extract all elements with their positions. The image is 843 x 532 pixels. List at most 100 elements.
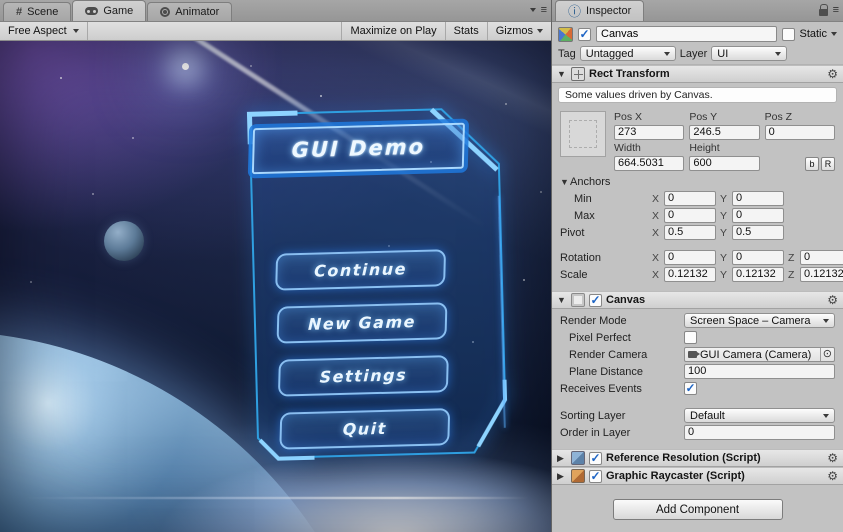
tab-scene[interactable]: # Scene: [3, 2, 72, 21]
pos-z-field[interactable]: 0: [764, 125, 835, 140]
scale-x-field[interactable]: 0.12132: [664, 267, 716, 282]
game-icon: [85, 7, 99, 15]
anchor-min-y-field[interactable]: 0: [732, 191, 784, 206]
static-checkbox[interactable]: [782, 27, 796, 41]
anchors-max-row: Max X 0 Y 0: [552, 207, 843, 224]
active-checkbox[interactable]: ✓: [578, 27, 591, 41]
anchor-preview[interactable]: [560, 111, 606, 157]
foldout-icon[interactable]: ▼: [557, 69, 567, 79]
rotation-row: Rotation X 0 Y 0 Z 0: [552, 249, 843, 266]
raw-edit-mode-button[interactable]: R: [821, 156, 835, 171]
sorting-layer-dropdown[interactable]: Default: [684, 408, 835, 423]
render-camera-row: Render Camera GUI Camera (Camera) ⊙: [552, 346, 843, 363]
rect-transform-header[interactable]: ▼ Rect Transform ⚙: [552, 65, 843, 83]
tabstrip-menu-icon[interactable]: ≡: [541, 4, 547, 16]
reference-resolution-header[interactable]: ▶ ✓ Reference Resolution (Script) ⚙: [552, 449, 843, 467]
receives-events-checkbox[interactable]: ✓: [684, 382, 697, 395]
anchor-max-y-field[interactable]: 0: [732, 208, 784, 223]
anchors-foldout-icon[interactable]: ▼: [560, 177, 570, 187]
gear-icon[interactable]: ⚙: [827, 470, 838, 482]
tag-dropdown[interactable]: Untagged: [579, 46, 676, 61]
static-toggle[interactable]: Static: [782, 27, 837, 41]
graphic-raycaster-checkbox[interactable]: ✓: [589, 469, 602, 483]
maximize-on-play-button[interactable]: Maximize on Play: [341, 22, 444, 40]
blank-label: [765, 142, 835, 154]
rotation-z-field[interactable]: 0: [800, 250, 843, 265]
axis-y-label: Y: [720, 226, 728, 239]
height-field[interactable]: 600: [689, 156, 760, 171]
pos-x-label: Pos X: [614, 111, 643, 123]
sorting-layer-row: Sorting Layer Default: [552, 407, 843, 424]
order-in-layer-row: Order in Layer 0: [552, 424, 843, 441]
graphic-raycaster-header[interactable]: ▶ ✓ Graphic Raycaster (Script) ⚙: [552, 467, 843, 485]
anchors-label: Anchors: [570, 175, 611, 188]
scale-y-field[interactable]: 0.12132: [732, 267, 784, 282]
tab-game[interactable]: Game: [72, 0, 147, 21]
gear-icon[interactable]: ⚙: [827, 68, 838, 80]
scale-z-field[interactable]: 0.12132: [800, 267, 843, 282]
aspect-dropdown-arrow-icon: [72, 29, 79, 33]
anchors-min-row: Min X 0 Y 0: [552, 190, 843, 207]
lock-icon[interactable]: [818, 4, 828, 16]
pixel-perfect-checkbox[interactable]: [684, 331, 697, 344]
stats-button[interactable]: Stats: [444, 22, 487, 40]
tag-label: Tag: [558, 47, 576, 60]
pos-z-label: Pos Z: [764, 111, 793, 123]
tag-dropdown-arrow-icon: [663, 51, 670, 56]
reference-resolution-title: Reference Resolution (Script): [606, 452, 761, 464]
render-mode-label: Render Mode: [560, 314, 627, 327]
anchors-foldout-row[interactable]: ▼Anchors: [552, 173, 843, 190]
pivot-x-field[interactable]: 0.5: [664, 225, 716, 240]
foldout-icon[interactable]: ▶: [557, 471, 567, 482]
render-camera-field[interactable]: GUI Camera (Camera) ⊙: [684, 347, 835, 362]
canvas-enabled-checkbox[interactable]: ✓: [589, 292, 602, 307]
foldout-icon[interactable]: ▼: [557, 295, 567, 305]
order-in-layer-field[interactable]: 0: [684, 425, 835, 440]
pivot-y-field[interactable]: 0.5: [732, 225, 784, 240]
canvas-component-header[interactable]: ▼ ✓ Canvas ⚙: [552, 291, 843, 309]
tab-game-label: Game: [103, 5, 134, 17]
layer-dropdown[interactable]: UI: [711, 46, 788, 61]
add-component-button[interactable]: Add Component: [612, 499, 783, 520]
new-game-button[interactable]: New Game: [276, 302, 448, 344]
tabstrip-dropdown-icon[interactable]: [529, 8, 536, 12]
anchor-min-x-field[interactable]: 0: [664, 191, 716, 206]
check-icon: ✓: [590, 292, 601, 307]
settings-button[interactable]: Settings: [277, 355, 449, 397]
static-dropdown-arrow-icon[interactable]: [831, 32, 837, 36]
continue-button[interactable]: Continue: [275, 249, 447, 291]
layer-label: Layer: [679, 47, 708, 60]
reference-resolution-checkbox[interactable]: ✓: [589, 451, 602, 465]
aspect-dropdown[interactable]: Free Aspect: [0, 22, 88, 40]
render-camera-value: GUI Camera (Camera): [700, 348, 812, 361]
gameobject-name-field[interactable]: [596, 26, 778, 42]
foldout-icon[interactable]: ▶: [557, 453, 567, 464]
axis-x-label: X: [652, 192, 660, 205]
render-mode-dropdown[interactable]: Screen Space – Camera: [684, 313, 835, 328]
scale-row: Scale X 0.12132 Y 0.12132 Z 0.12132: [552, 266, 843, 283]
tab-animator[interactable]: Animator: [147, 2, 233, 21]
pos-x-field[interactable]: 273: [614, 125, 685, 140]
gear-icon[interactable]: ⚙: [827, 452, 838, 464]
object-picker-icon[interactable]: ⊙: [819, 348, 832, 361]
tag-value: Untagged: [585, 47, 634, 60]
plane-distance-field[interactable]: 100: [684, 364, 835, 379]
rotation-y-field[interactable]: 0: [732, 250, 784, 265]
sorting-layer-arrow-icon: [823, 413, 829, 418]
aspect-dropdown-label: Free Aspect: [8, 25, 67, 37]
camera-icon: [688, 351, 700, 358]
max-label: Max: [574, 209, 595, 222]
rect-transform-position-block: Pos X Pos Y Pos Z 273 246.5 0 Width Heig…: [552, 107, 843, 173]
gear-icon[interactable]: ⚙: [827, 294, 838, 306]
blueprint-mode-button[interactable]: b: [805, 156, 819, 171]
pos-y-field[interactable]: 246.5: [689, 125, 760, 140]
gizmos-button[interactable]: Gizmos: [486, 22, 551, 40]
anchor-max-x-field[interactable]: 0: [664, 208, 716, 223]
layer-dropdown-arrow-icon: [775, 51, 782, 56]
width-field[interactable]: 664.5031: [614, 156, 685, 171]
rotation-x-field[interactable]: 0: [664, 250, 716, 265]
quit-button[interactable]: Quit: [279, 408, 451, 450]
tab-inspector[interactable]: ⓘ Inspector: [555, 0, 645, 21]
inspector-menu-icon[interactable]: ≡: [833, 4, 839, 16]
plane-distance-row: Plane Distance 100: [552, 363, 843, 380]
